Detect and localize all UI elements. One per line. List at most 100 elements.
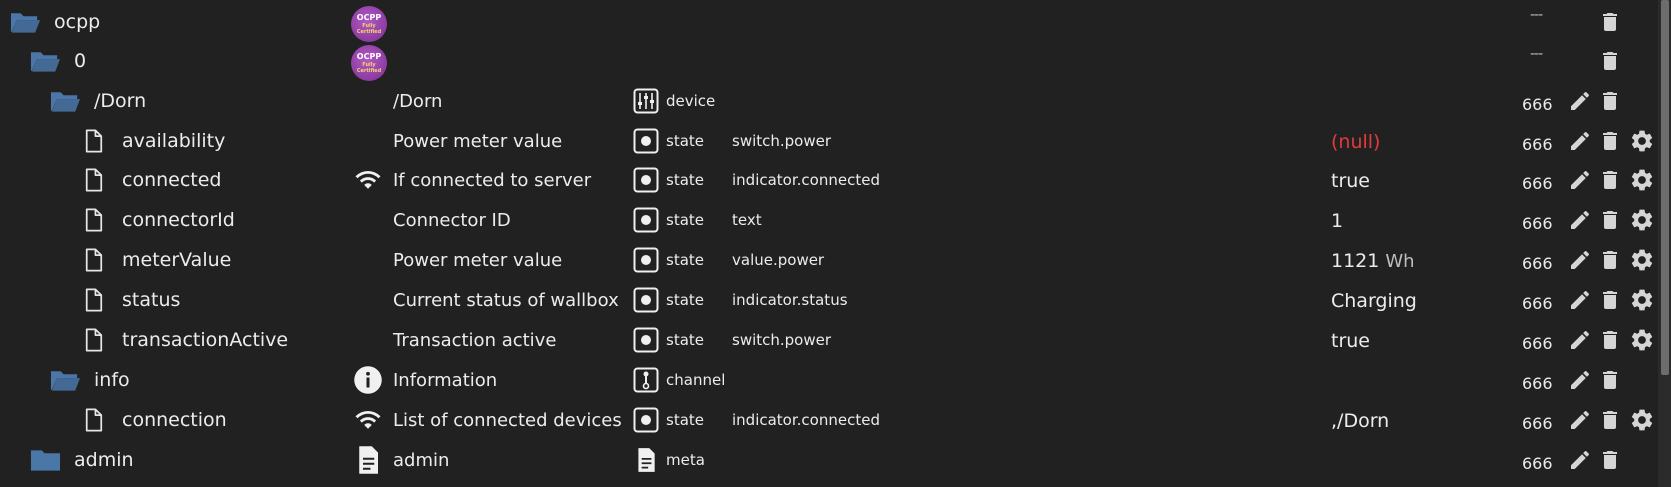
delete-button[interactable]: [1596, 87, 1624, 115]
object-value[interactable]: Charging: [1331, 290, 1417, 312]
edit-button[interactable]: [1566, 127, 1594, 155]
state-icon: [633, 207, 659, 233]
object-id[interactable]: meterValue: [122, 249, 231, 271]
object-id[interactable]: info: [94, 369, 130, 391]
vertical-scrollbar[interactable]: [1658, 0, 1671, 487]
delete-button[interactable]: [1596, 326, 1624, 354]
value-text[interactable]: 1: [1331, 210, 1343, 232]
file-icon[interactable]: [78, 328, 109, 352]
gear-icon: [1629, 287, 1655, 313]
object-id[interactable]: connected: [122, 169, 222, 191]
object-id[interactable]: connectorId: [122, 209, 235, 231]
file-icon[interactable]: [78, 408, 109, 432]
settings-button[interactable]: [1628, 127, 1656, 155]
gear-icon: [1629, 128, 1655, 154]
table-row[interactable]: connection List of connected devices state…: [0, 400, 1657, 440]
object-id[interactable]: admin: [74, 449, 134, 471]
folder-open-icon[interactable]: [10, 10, 41, 34]
edit-button[interactable]: [1566, 166, 1594, 194]
folder-open-icon[interactable]: [50, 89, 81, 113]
delete-button[interactable]: [1596, 127, 1624, 155]
pencil-icon: [1568, 248, 1592, 272]
table-row[interactable]: admin admin meta 666: [0, 440, 1657, 480]
settings-button[interactable]: [1628, 246, 1656, 274]
table-row[interactable]: /Dorn/Dorn device 666: [0, 81, 1657, 121]
folder-open-icon[interactable]: [30, 49, 61, 73]
edit-button[interactable]: [1566, 406, 1594, 434]
table-row[interactable]: status Current status of wallbox state indi…: [0, 280, 1657, 320]
pencil-icon: [1568, 328, 1592, 352]
object-id[interactable]: status: [122, 289, 180, 311]
acl-value: 666: [1522, 214, 1553, 233]
value-text[interactable]: true: [1331, 170, 1370, 192]
delete-button[interactable]: [1596, 406, 1624, 434]
settings-button[interactable]: [1628, 166, 1656, 194]
settings-button[interactable]: [1628, 286, 1656, 314]
object-value[interactable]: true: [1331, 170, 1370, 192]
delete-button[interactable]: [1596, 8, 1624, 36]
value-text[interactable]: true: [1331, 330, 1370, 352]
object-id[interactable]: transactionActive: [122, 329, 288, 351]
edit-button[interactable]: [1566, 366, 1594, 394]
pencil-icon: [1568, 168, 1592, 192]
value-text[interactable]: 1121: [1331, 250, 1379, 272]
pencil-icon: [1568, 408, 1592, 432]
settings-button[interactable]: [1628, 206, 1656, 234]
settings-button[interactable]: [1628, 406, 1656, 434]
table-row[interactable]: info Information channel 666: [0, 360, 1657, 400]
object-value[interactable]: true: [1331, 330, 1370, 352]
object-value[interactable]: ,/Dorn: [1331, 410, 1389, 432]
file-icon[interactable]: [78, 248, 109, 272]
trash-icon: [1598, 408, 1622, 432]
edit-button[interactable]: [1566, 286, 1594, 314]
table-row[interactable]: meterValue Power meter value state value.po…: [0, 240, 1657, 280]
value-text[interactable]: Charging: [1331, 290, 1417, 312]
file-icon[interactable]: [78, 129, 109, 153]
delete-button[interactable]: [1596, 166, 1624, 194]
object-id[interactable]: /Dorn: [94, 90, 146, 112]
object-type: state: [666, 251, 704, 269]
folder-open-icon[interactable]: [50, 368, 81, 392]
table-row[interactable]: connectorId Connector ID state text 1 666: [0, 200, 1657, 240]
object-name: admin: [393, 450, 450, 471]
delete-button[interactable]: [1596, 286, 1624, 314]
file-icon[interactable]: [78, 208, 109, 232]
object-id[interactable]: availability: [122, 130, 225, 152]
trash-icon: [1598, 168, 1622, 192]
gear-icon: [1629, 207, 1655, 233]
table-row[interactable]: availability Power meter value state switch…: [0, 121, 1657, 161]
folder-closed-icon[interactable]: [30, 448, 61, 472]
value-text[interactable]: (null): [1331, 131, 1380, 153]
trash-icon: [1598, 248, 1622, 272]
edit-button[interactable]: [1566, 446, 1594, 474]
device-icon: [633, 88, 659, 114]
table-row[interactable]: 0 OCPP Fully Certified ---: [0, 41, 1657, 81]
file-icon[interactable]: [78, 168, 109, 192]
delete-button[interactable]: [1596, 366, 1624, 394]
table-row[interactable]: ocpp OCPP Fully Certified ---: [0, 2, 1657, 42]
object-id[interactable]: ocpp: [54, 11, 100, 33]
edit-button[interactable]: [1566, 87, 1594, 115]
delete-button[interactable]: [1596, 47, 1624, 75]
value-text[interactable]: ,/Dorn: [1331, 410, 1389, 432]
delete-button[interactable]: [1596, 246, 1624, 274]
settings-button[interactable]: [1628, 326, 1656, 354]
acl-value: 666: [1522, 454, 1553, 473]
object-value[interactable]: (null): [1331, 131, 1380, 153]
table-row[interactable]: transactionActive Transaction active state…: [0, 320, 1657, 360]
delete-button[interactable]: [1596, 206, 1624, 234]
edit-button[interactable]: [1566, 206, 1594, 234]
document-icon: [353, 445, 383, 475]
edit-button[interactable]: [1566, 326, 1594, 354]
object-value[interactable]: 1: [1331, 210, 1343, 232]
scrollbar-thumb[interactable]: [1661, 0, 1669, 375]
table-row[interactable]: connected If connected to server state indi…: [0, 160, 1657, 200]
file-icon[interactable]: [78, 288, 109, 312]
object-type: state: [666, 291, 704, 309]
object-id[interactable]: 0: [74, 50, 86, 72]
edit-button[interactable]: [1566, 246, 1594, 274]
object-id[interactable]: connection: [122, 409, 227, 431]
delete-button[interactable]: [1596, 446, 1624, 474]
acl-value: 666: [1522, 294, 1553, 313]
object-value[interactable]: 1121 Wh: [1331, 250, 1415, 272]
